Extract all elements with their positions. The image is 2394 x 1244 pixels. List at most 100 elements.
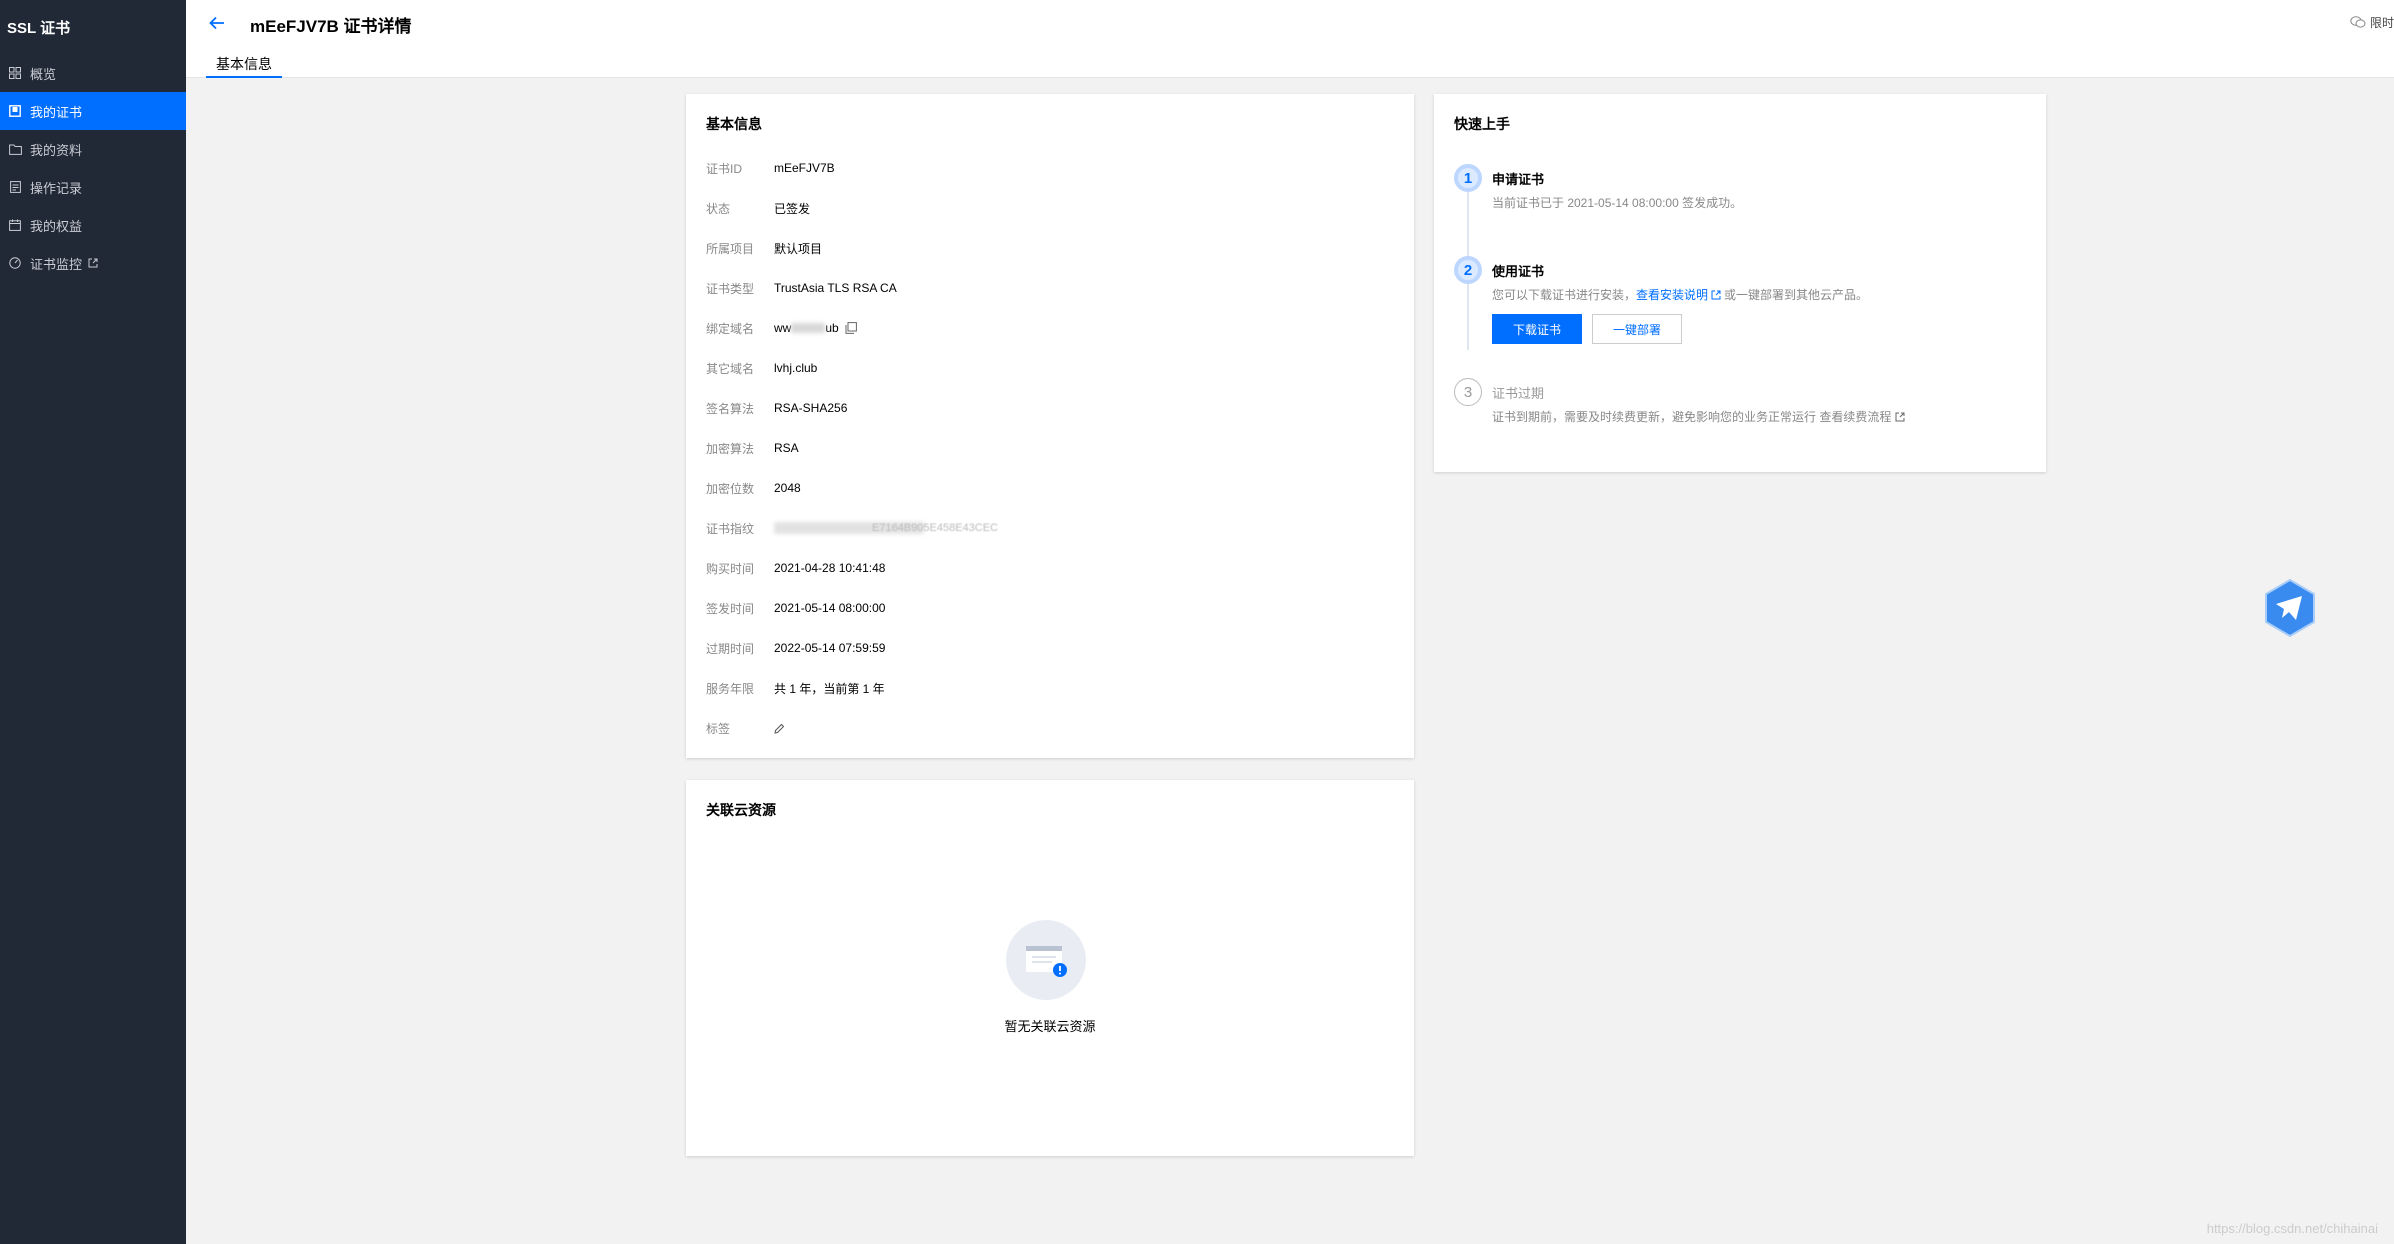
sidebar-item-operation-log[interactable]: 操作记录	[0, 168, 186, 206]
info-label: 签发时间	[706, 601, 755, 616]
fingerprint-tail: E7164B905E458E43CEC	[872, 522, 998, 534]
info-value: 默认项目	[774, 241, 823, 256]
basic-info-card: 基本信息 证书ID mEeFJV7B 状态 已签发 所属项目 默认项目 证书类型…	[686, 94, 1414, 758]
sidebar-item-my-materials[interactable]: 我的资料	[0, 130, 186, 168]
step-desc-text: 证书到期前，需要及时续费更新，避免影响您的业务正常运行 查看续费流程	[1492, 410, 1892, 424]
step-desc: 证书到期前，需要及时续费更新，避免影响您的业务正常运行 查看续费流程	[1492, 408, 1905, 425]
info-row-cert-type: 证书类型 TrustAsia TLS RSA CA	[706, 278, 897, 298]
info-label: 过期时间	[706, 641, 755, 656]
page-header: mEeFJV7B 证书详情 限时 基本信息	[186, 0, 2394, 78]
info-row-service-years: 服务年限 共 1 年，当前第 1 年	[706, 678, 885, 698]
step-expire: 3 证书过期 证书到期前，需要及时续费更新，避免影响您的业务正常运行 查看续费流…	[1454, 378, 2014, 438]
redacted-domain	[791, 323, 826, 333]
info-row-expire-time: 过期时间 2022-05-14 07:59:59	[706, 638, 885, 658]
empty-state-text: 暂无关联云资源	[1004, 1019, 1096, 1034]
certificate-icon	[8, 104, 22, 118]
quick-start-card: 快速上手 1 申请证书 当前证书已于 2021-05-14 08:00:00 签…	[1434, 94, 2046, 472]
card-title: 快速上手	[1454, 116, 1510, 132]
info-row-encrypt-algorithm: 加密算法 RSA	[706, 438, 799, 458]
info-row-purchase-time: 购买时间 2021-04-28 10:41:48	[706, 558, 885, 578]
step-number: 3	[1454, 378, 1482, 406]
step-number: 1	[1454, 164, 1482, 192]
info-label: 购买时间	[706, 561, 755, 576]
copy-icon[interactable]	[845, 322, 857, 334]
assistant-float-icon[interactable]	[2262, 578, 2318, 638]
card-title: 关联云资源	[706, 802, 776, 818]
info-label: 服务年限	[706, 681, 755, 696]
wechat-icon	[2350, 15, 2366, 31]
info-row-project: 所属项目 默认项目	[706, 238, 822, 258]
info-value: lvhj.club	[774, 361, 818, 375]
info-value	[774, 723, 785, 734]
back-arrow-icon[interactable]	[206, 12, 228, 34]
info-label: 所属项目	[706, 241, 755, 256]
related-resources-card: 关联云资源 暂无关联云资源	[686, 780, 1414, 1156]
external-link-icon	[88, 258, 98, 268]
info-value: E7164B905E458E43CEC	[774, 522, 998, 534]
sidebar-item-label: 我的证书	[30, 104, 83, 120]
info-row-key-bits: 加密位数 2048	[706, 478, 801, 498]
external-link-icon	[1711, 290, 1721, 300]
sidebar: SSL 证书 概览 我的证书 我的资料 操作记录 我的权益 证书监控	[0, 0, 186, 1244]
info-label: 证书ID	[706, 161, 743, 176]
step-apply: 1 申请证书 当前证书已于 2021-05-14 08:00:00 签发成功。	[1454, 164, 2014, 224]
sidebar-item-label: 操作记录	[30, 180, 83, 196]
info-value: 2048	[774, 481, 801, 495]
monitor-icon	[8, 256, 22, 270]
step-title: 申请证书	[1492, 172, 1545, 187]
domain-suffix: ub	[825, 321, 839, 335]
folder-icon	[8, 142, 22, 156]
card-title: 基本信息	[706, 116, 762, 132]
info-row-tags: 标签	[706, 718, 785, 738]
header-promo[interactable]: 限时	[2350, 14, 2394, 31]
sidebar-item-overview[interactable]: 概览	[0, 54, 186, 92]
sidebar-item-label: 我的权益	[30, 218, 83, 234]
step-number: 2	[1454, 256, 1482, 284]
info-value: RSA	[774, 441, 799, 455]
info-value: RSA-SHA256	[774, 401, 848, 415]
step-desc: 您可以下载证书进行安装， 查看安装说明 或一键部署到其他云产品。	[1492, 286, 1868, 303]
step-title: 证书过期	[1492, 386, 1545, 401]
step-use: 2 使用证书 您可以下载证书进行安装， 查看安装说明 或一键部署到其他云产品。 …	[1454, 256, 2014, 356]
info-value: ww ub	[774, 321, 857, 335]
info-row-issue-time: 签发时间 2021-05-14 08:00:00	[706, 598, 885, 618]
domain-prefix: ww	[774, 321, 792, 335]
info-value: 2021-05-14 08:00:00	[774, 601, 886, 615]
sidebar-item-certificate-monitor[interactable]: 证书监控	[0, 244, 186, 282]
sidebar-item-label: 概览	[30, 66, 57, 82]
calendar-icon	[8, 218, 22, 232]
one-click-deploy-button[interactable]: 一键部署	[1592, 314, 1682, 344]
info-label: 证书指纹	[706, 521, 755, 536]
info-label: 加密算法	[706, 441, 755, 456]
watermark: https://blog.csdn.net/chihainai	[2206, 1221, 2378, 1236]
info-value: TrustAsia TLS RSA CA	[774, 281, 897, 295]
sidebar-item-my-rights[interactable]: 我的权益	[0, 206, 186, 244]
sidebar-item-my-certificates[interactable]: 我的证书	[0, 92, 186, 130]
sidebar-item-label: 我的资料	[30, 142, 83, 158]
edit-pencil-icon[interactable]	[774, 723, 785, 734]
sidebar-item-label: 证书监控	[30, 256, 83, 272]
step-desc-prefix: 您可以下载证书进行安装，	[1492, 288, 1637, 302]
info-row-status: 状态 已签发	[706, 198, 810, 218]
tab-basic-info[interactable]: 基本信息	[206, 50, 282, 78]
info-value: 已签发	[774, 201, 811, 216]
info-row-cert-id: 证书ID mEeFJV7B	[706, 158, 835, 178]
external-link-icon[interactable]	[1895, 412, 1905, 422]
step-desc: 当前证书已于 2021-05-14 08:00:00 签发成功。	[1492, 196, 1743, 210]
info-row-fingerprint: 证书指纹 E7164B905E458E43CEC	[706, 518, 998, 538]
grid-icon	[8, 66, 22, 80]
info-value: 共 1 年，当前第 1 年	[774, 681, 885, 696]
document-icon	[8, 180, 22, 194]
info-row-sign-algorithm: 签名算法 RSA-SHA256	[706, 398, 847, 418]
info-label: 签名算法	[706, 401, 755, 416]
info-value: 2022-05-14 07:59:59	[774, 641, 886, 655]
info-label: 其它域名	[706, 361, 755, 376]
step-title: 使用证书	[1492, 264, 1545, 279]
install-guide-link[interactable]: 查看安装说明	[1636, 286, 1708, 303]
sidebar-brand: SSL 证书	[7, 19, 71, 37]
empty-state-icon	[1006, 920, 1086, 1000]
download-certificate-button[interactable]: 下载证书	[1492, 314, 1582, 344]
info-value: 2021-04-28 10:41:48	[774, 561, 886, 575]
info-label: 加密位数	[706, 481, 755, 496]
info-value: mEeFJV7B	[774, 161, 835, 175]
